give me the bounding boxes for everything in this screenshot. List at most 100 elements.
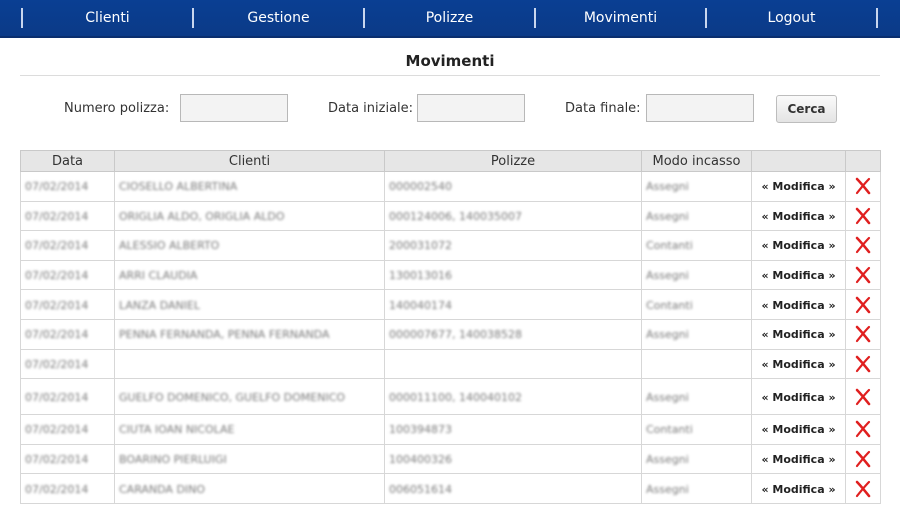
cell-polizze-text: 100400326	[389, 453, 452, 467]
numero-polizza-input[interactable]	[180, 94, 288, 122]
column-header-modo-incasso: Modo incasso	[641, 150, 752, 172]
delete-x-icon[interactable]	[854, 266, 872, 284]
cell-data-text: 07/02/2014	[25, 269, 89, 283]
cell-modifica: « Modifica »	[751, 443, 846, 475]
table-row: 07/02/2014 « Modifica »	[20, 348, 881, 380]
cell-clienti: ARRI CLAUDIA	[114, 259, 385, 291]
numero-polizza-label: Numero polizza:	[64, 101, 170, 116]
delete-x-icon[interactable]	[854, 388, 872, 406]
cell-clienti-text: LANZA DANIEL	[119, 298, 201, 312]
nav-item-clienti[interactable]: Clienti	[23, 10, 192, 26]
data-iniziale-input[interactable]	[417, 94, 525, 122]
cell-clienti-text: ORIGLIA ALDO, ORIGLIA ALDO	[119, 209, 285, 223]
nav-item-gestione[interactable]: Gestione	[194, 10, 363, 26]
cell-clienti: CIOSELLO ALBERTINA	[114, 171, 385, 202]
cell-polizze-text: 200031072	[389, 239, 452, 253]
cell-clienti: GUELFO DOMENICO, GUELFO DOMENICO	[114, 378, 385, 416]
column-header-actions	[751, 150, 846, 172]
cell-polizze: 130013016	[384, 259, 642, 291]
modifica-link[interactable]: « Modifica »	[761, 239, 835, 252]
modifica-link[interactable]: « Modifica »	[761, 423, 835, 436]
delete-x-icon[interactable]	[854, 450, 872, 468]
cell-modo-incasso: Assegni	[641, 171, 752, 202]
search-button[interactable]: Cerca	[776, 95, 837, 123]
cell-modo-incasso-text: Assegni	[646, 180, 689, 194]
table-row: 07/02/2014 CIUTA IOAN NICOLAE 100394873 Con…	[20, 414, 881, 445]
cell-clienti: CIUTA IOAN NICOLAE	[114, 414, 385, 445]
cell-delete	[845, 289, 881, 320]
cell-polizze-text: 000002540	[389, 180, 452, 194]
cell-data-text: 07/02/2014	[25, 209, 89, 223]
modifica-link[interactable]: « Modifica »	[761, 269, 835, 282]
cell-delete	[845, 318, 881, 350]
table-row: 07/02/2014 ALESSIO ALBERTO 200031072 Contan…	[20, 230, 881, 261]
cell-clienti: PENNA FERNANDA, PENNA FERNANDA	[114, 318, 385, 350]
cell-modifica: « Modifica »	[751, 200, 846, 232]
delete-x-icon[interactable]	[854, 236, 872, 254]
cell-delete	[845, 171, 881, 202]
cell-data-text: 07/02/2014	[25, 180, 89, 194]
data-finale-input[interactable]	[646, 94, 754, 122]
cell-clienti-text: CIOSELLO ALBERTINA	[119, 180, 238, 194]
delete-x-icon[interactable]	[854, 207, 872, 225]
modifica-link[interactable]: « Modifica »	[761, 328, 835, 341]
cell-clienti-text: ALESSIO ALBERTO	[119, 239, 220, 253]
movimenti-table: Data Clienti Polizze Modo incasso 07/02/…	[20, 150, 881, 504]
cell-modo-incasso: Assegni	[641, 259, 752, 291]
nav-item-polizze[interactable]: Polizze	[365, 10, 534, 26]
cell-modo-incasso-text: Assegni	[646, 482, 689, 496]
cell-polizze: 100400326	[384, 443, 642, 475]
table-row: 07/02/2014 LANZA DANIEL 140040174 Contanti «…	[20, 289, 881, 320]
delete-x-icon[interactable]	[854, 355, 872, 373]
cell-modifica: « Modifica »	[751, 171, 846, 202]
nav-item-movimenti[interactable]: Movimenti	[536, 10, 705, 26]
modifica-link[interactable]: « Modifica »	[761, 483, 835, 496]
modifica-link[interactable]: « Modifica »	[761, 391, 835, 404]
table-row: 07/02/2014 CARANDA DINO 006051614 Assegni « …	[20, 473, 881, 504]
cell-polizze-text: 000011100, 140040102	[389, 390, 522, 404]
column-header-clienti: Clienti	[114, 150, 385, 172]
cell-modo-incasso-text: Contanti	[646, 298, 693, 312]
cell-clienti-text: PENNA FERNANDA, PENNA FERNANDA	[119, 328, 330, 342]
cell-clienti-text: CIUTA IOAN NICOLAE	[119, 423, 235, 437]
cell-data: 07/02/2014	[20, 414, 115, 445]
cell-data-text: 07/02/2014	[25, 482, 89, 496]
cell-data: 07/02/2014	[20, 230, 115, 261]
cell-modo-incasso: Contanti	[641, 289, 752, 320]
cell-data-text: 07/02/2014	[25, 298, 89, 312]
cell-polizze: 140040174	[384, 289, 642, 320]
modifica-link[interactable]: « Modifica »	[761, 210, 835, 223]
delete-x-icon[interactable]	[854, 177, 872, 195]
cell-polizze: 006051614	[384, 473, 642, 504]
cell-polizze-text: 006051614	[389, 482, 452, 496]
delete-x-icon[interactable]	[854, 480, 872, 498]
delete-x-icon[interactable]	[854, 325, 872, 343]
cell-modo-incasso-text: Contanti	[646, 239, 693, 253]
column-header-delete	[845, 150, 881, 172]
cell-data-text: 07/02/2014	[25, 357, 89, 371]
cell-modifica: « Modifica »	[751, 414, 846, 445]
modifica-link[interactable]: « Modifica »	[761, 180, 835, 193]
column-header-data: Data	[20, 150, 115, 172]
modifica-link[interactable]: « Modifica »	[761, 453, 835, 466]
cell-clienti-text: BOARINO PIERLUIGI	[119, 453, 227, 467]
cell-polizze: 000007677, 140038528	[384, 318, 642, 350]
delete-x-icon[interactable]	[854, 420, 872, 438]
cell-clienti-text: ARRI CLAUDIA	[119, 269, 198, 283]
modifica-link[interactable]: « Modifica »	[761, 358, 835, 371]
cell-modo-incasso: Assegni	[641, 318, 752, 350]
nav-item-logout[interactable]: Logout	[707, 10, 876, 26]
cell-polizze: 200031072	[384, 230, 642, 261]
modifica-link[interactable]: « Modifica »	[761, 299, 835, 312]
page-title: Movimenti	[405, 52, 495, 70]
cell-modifica: « Modifica »	[751, 230, 846, 261]
cell-polizze	[384, 348, 642, 380]
cell-delete	[845, 348, 881, 380]
cell-modo-incasso: Contanti	[641, 230, 752, 261]
cell-data: 07/02/2014	[20, 200, 115, 232]
cell-data-text: 07/02/2014	[25, 328, 89, 342]
table-row: 07/02/2014 ARRI CLAUDIA 130013016 Assegni « …	[20, 259, 881, 291]
cell-modo-incasso-text: Assegni	[646, 328, 689, 342]
cell-modo-incasso: Assegni	[641, 378, 752, 416]
delete-x-icon[interactable]	[854, 296, 872, 314]
